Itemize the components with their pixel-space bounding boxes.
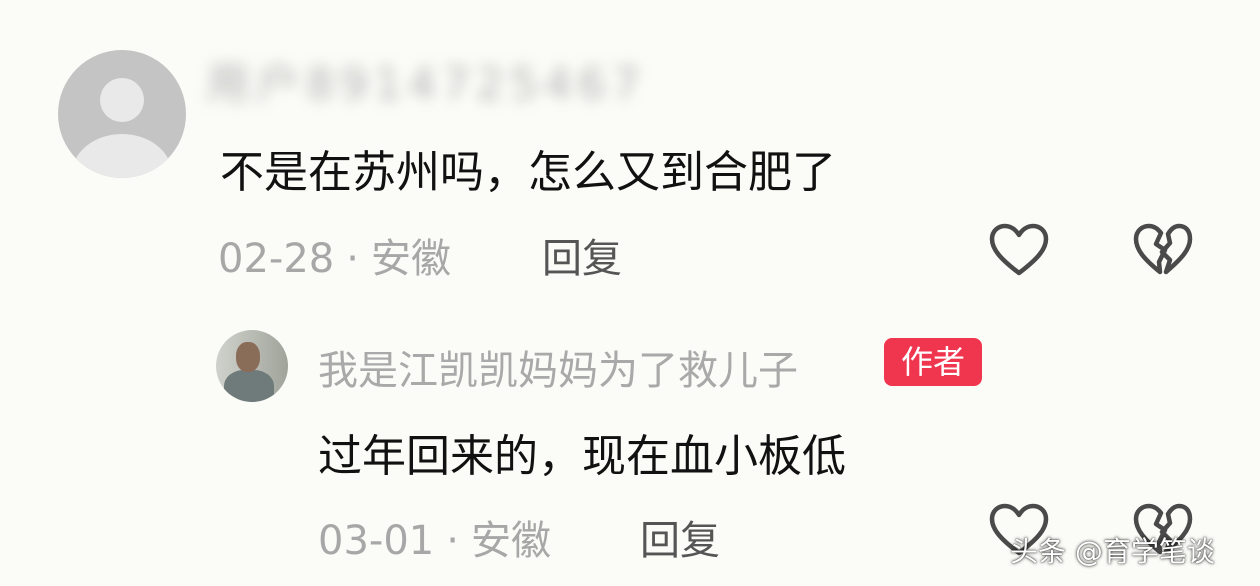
author-badge: 作者 (884, 338, 982, 386)
commenter-avatar[interactable] (58, 50, 186, 178)
watermark: 头条 @育学笔谈 (1010, 535, 1215, 568)
heart-icon[interactable] (988, 222, 1050, 278)
comment-text: 不是在苏州吗，怎么又到合肥了 (220, 147, 836, 198)
reply-meta: 03-01 · 安徽 (318, 508, 551, 566)
reply-button[interactable]: 回复 (640, 508, 720, 566)
avatar-body-shape (72, 134, 172, 178)
broken-heart-icon[interactable] (1132, 222, 1194, 278)
avatar-head-shape (100, 78, 144, 122)
meta-separator: · (346, 236, 359, 282)
comment-date: 02-28 (218, 236, 335, 282)
reply-button[interactable]: 回复 (542, 226, 622, 284)
reply-date: 03-01 (318, 518, 435, 564)
commenter-username-blurred[interactable]: 用户8914725467 (206, 48, 666, 110)
author-username[interactable]: 我是江凯凯妈妈为了救儿子 (318, 338, 798, 396)
comment-location: 安徽 (370, 236, 451, 282)
reply-location: 安徽 (470, 518, 551, 564)
author-avatar[interactable] (216, 330, 288, 402)
comment-meta: 02-28 · 安徽 (218, 226, 451, 284)
avatar-face-shape (236, 342, 260, 372)
meta-separator: · (446, 518, 459, 564)
reply-comment-text: 过年回来的，现在血小板低 (318, 431, 846, 482)
avatar-torso-shape (224, 370, 274, 402)
